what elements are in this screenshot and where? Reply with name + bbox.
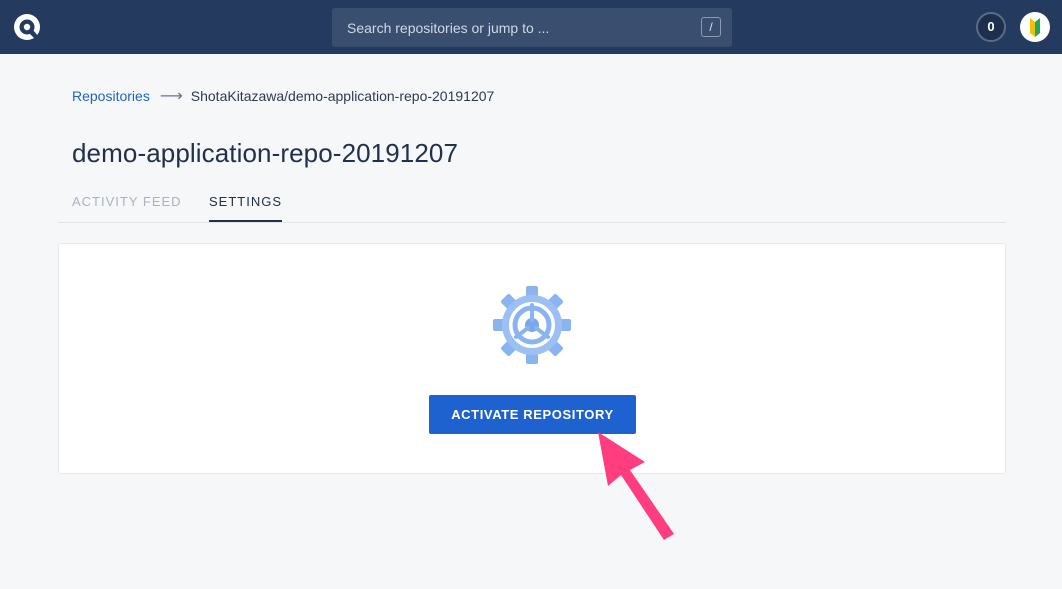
user-avatar[interactable]: [1020, 12, 1050, 42]
page-title: demo-application-repo-20191207: [72, 138, 459, 168]
tab-bar: ACTIVITY FEED SETTINGS: [58, 186, 1006, 223]
tab-activity-feed[interactable]: ACTIVITY FEED: [72, 194, 182, 220]
gear-icon: [493, 286, 571, 364]
annotation-arrow-icon: [598, 432, 674, 540]
arrow-right-icon: ⟶: [159, 88, 183, 105]
top-navigation-bar: / 0: [0, 0, 1062, 54]
notification-count-badge[interactable]: 0: [976, 12, 1006, 42]
search-shortcut-key: /: [701, 17, 721, 37]
activation-card: ACTIVATE REPOSITORY: [58, 243, 1006, 474]
circleci-logo-icon[interactable]: [12, 12, 42, 42]
beginner-mark-icon: [1030, 18, 1040, 37]
breadcrumb-current-repo: ShotaKitazawa/demo-application-repo-2019…: [190, 88, 495, 104]
breadcrumb: Repositories ⟶ ShotaKitazawa/demo-applic…: [72, 87, 494, 105]
search-input[interactable]: [332, 8, 732, 47]
tab-settings[interactable]: SETTINGS: [209, 194, 283, 222]
breadcrumb-link-repositories[interactable]: Repositories: [72, 88, 150, 104]
search-bar[interactable]: /: [332, 8, 732, 47]
